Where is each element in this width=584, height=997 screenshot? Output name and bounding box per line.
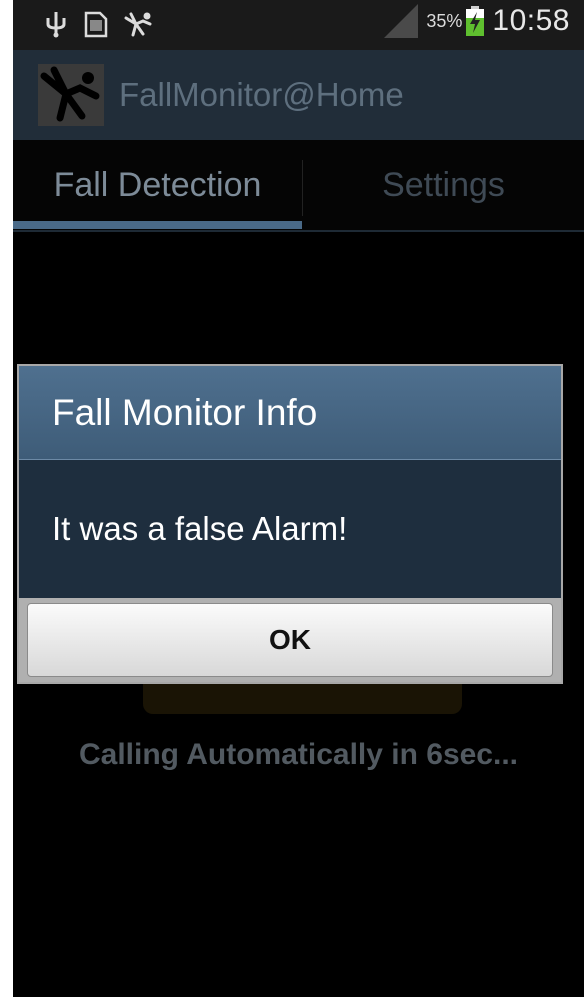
- battery-charging-icon: [466, 6, 485, 36]
- sd-card-icon: [83, 10, 109, 38]
- tab-fall-detection[interactable]: Fall Detection: [13, 140, 302, 230]
- dialog-title: Fall Monitor Info: [52, 392, 318, 433]
- calling-status-text: Calling Automatically in 6sec...: [78, 738, 518, 771]
- clock: 10:58: [492, 4, 570, 37]
- selected-tab-indicator: [13, 221, 302, 229]
- tab-settings[interactable]: Settings: [303, 140, 584, 230]
- tab-label: Fall Detection: [53, 165, 262, 204]
- signal-icon: [382, 4, 419, 38]
- ok-button[interactable]: OK: [27, 603, 553, 677]
- dialog-header: Fall Monitor Info: [19, 366, 561, 460]
- action-bar: FallMonitor@Home: [13, 50, 584, 140]
- tab-bar: Fall Detection Settings: [13, 140, 584, 232]
- info-dialog: Fall Monitor Info It was a false Alarm! …: [17, 364, 563, 684]
- dialog-footer: OK: [19, 598, 561, 682]
- app-logo-icon[interactable]: [38, 64, 104, 126]
- dialog-message: It was a false Alarm!: [52, 510, 348, 547]
- tab-label: Settings: [382, 165, 505, 204]
- status-bar: 35% 10:58: [13, 0, 584, 50]
- dialog-body: It was a false Alarm!: [19, 460, 561, 598]
- system-indicators: 35% 10:58: [382, 4, 570, 38]
- usb-icon: [43, 10, 69, 38]
- battery-percent: 35%: [426, 10, 463, 31]
- app-title: FallMonitor@Home: [119, 76, 404, 113]
- notification-icons: [43, 10, 152, 38]
- falling-person-icon: [123, 10, 152, 38]
